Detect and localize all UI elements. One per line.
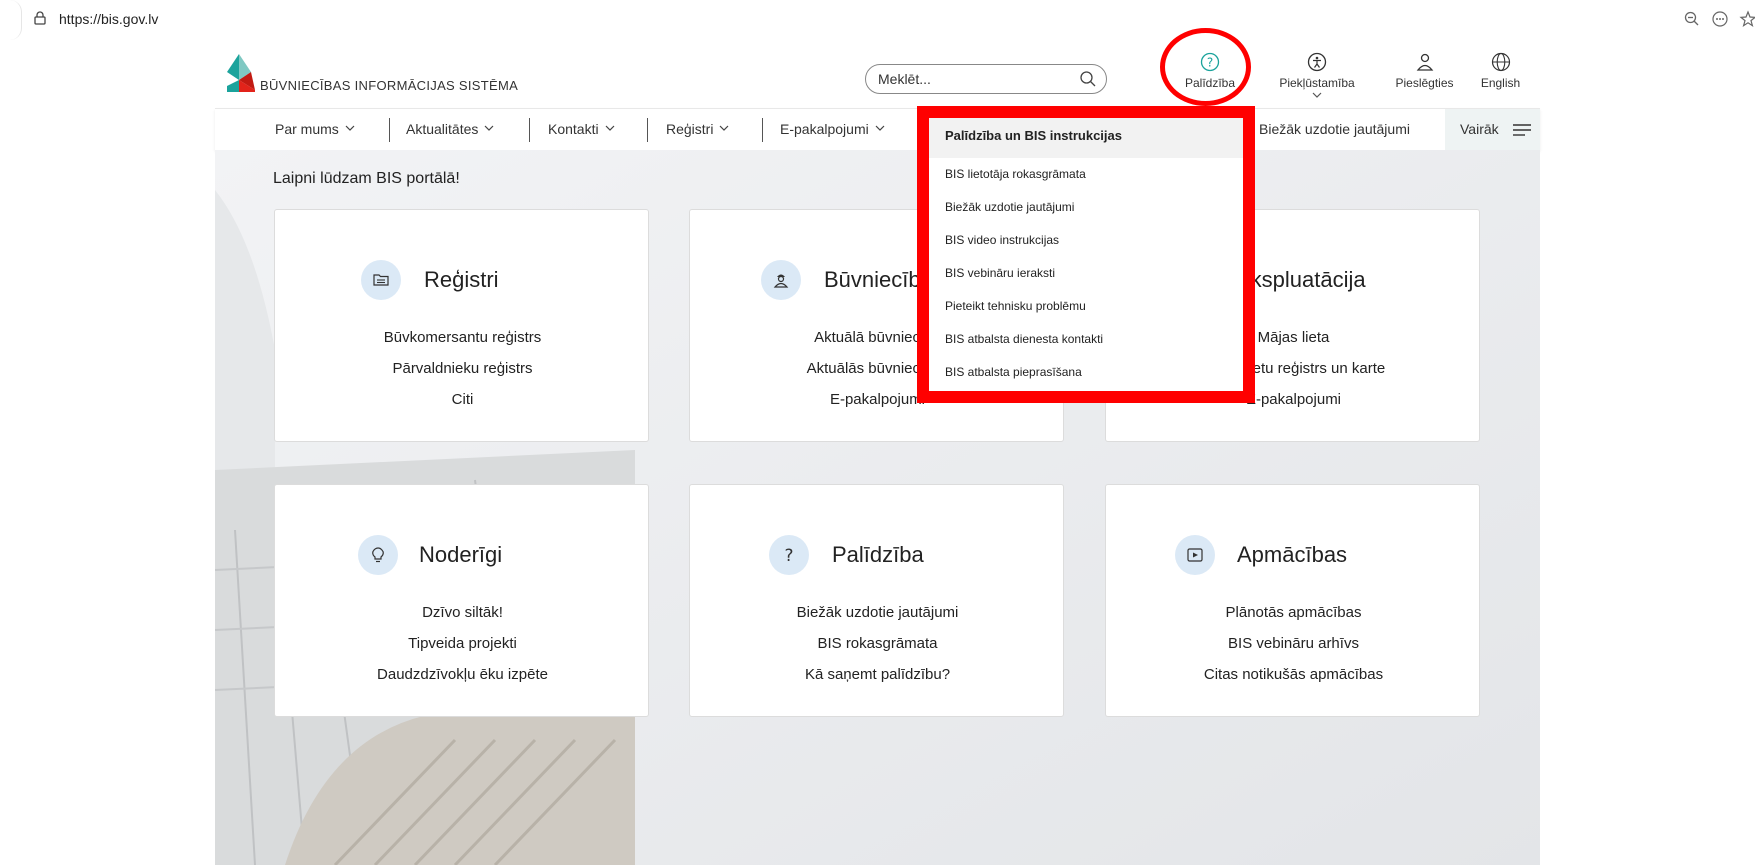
accessibility-icon — [1307, 52, 1327, 72]
question-icon: ? — [784, 546, 793, 564]
play-icon — [1187, 548, 1203, 562]
main-navigation: Par mums Aktualitātes Kontakti Reģistri … — [215, 108, 1540, 151]
more-menu-button[interactable]: Vairāk — [1445, 109, 1540, 151]
nav-divider — [389, 118, 390, 142]
card-link[interactable]: Biežāk uzdotie jautājumi — [690, 604, 1065, 621]
welcome-heading: Laipni lūdzam BIS portālā! — [273, 170, 460, 187]
nav-item-e-pakalpojumi[interactable]: E-pakalpojumi — [780, 121, 885, 137]
nav-item-label: Reģistri — [666, 121, 714, 137]
nav-item-label: Par mums — [275, 121, 339, 137]
more-options-icon[interactable] — [1711, 10, 1729, 28]
nav-item-registri[interactable]: Reģistri — [666, 121, 729, 137]
nav-item-label: Kontakti — [548, 121, 599, 137]
search-placeholder: Meklēt... — [878, 71, 931, 87]
card-registri: Reģistri Būvkomersantu reģistrs Pārvaldn… — [274, 209, 649, 442]
card-icon-circle — [1175, 535, 1215, 575]
card-link[interactable]: Citas notikušās apmācības — [1106, 666, 1481, 683]
nav-divider — [762, 118, 763, 142]
card-link[interactable]: Daudzdzīvokļu ēku izpēte — [275, 666, 650, 683]
nav-link-faq[interactable]: Biežāk uzdotie jautājumi — [1259, 121, 1410, 137]
nav-item-par-mums[interactable]: Par mums — [275, 121, 355, 137]
site-header: BŪVNIECĪBAS INFORMĀCIJAS SISTĒMA Meklēt.… — [215, 40, 1540, 108]
login-label: Pieslēgties — [1395, 76, 1454, 90]
card-link[interactable]: Tipveida projekti — [275, 635, 650, 652]
card-link[interactable]: Citi — [275, 391, 650, 408]
card-link[interactable]: Būvkomersantu reģistrs — [275, 329, 650, 346]
card-title[interactable]: Reģistri — [424, 267, 499, 293]
chevron-down-icon — [484, 125, 494, 131]
lock-icon — [34, 11, 46, 25]
globe-icon — [1491, 52, 1510, 72]
card-title[interactable]: Noderīgi — [419, 542, 502, 568]
card-icon-circle — [761, 260, 801, 300]
card-link[interactable]: Dzīvo siltāk! — [275, 604, 650, 621]
nav-item-label: Aktualitātes — [406, 121, 479, 137]
chevron-down-icon — [1312, 92, 1322, 98]
nav-item-kontakti[interactable]: Kontakti — [548, 121, 615, 137]
language-button[interactable]: English — [1473, 52, 1528, 102]
card-apmacibas: Apmācības Plānotās apmācības BIS vebinār… — [1105, 484, 1480, 717]
address-bar-edge — [0, 0, 22, 40]
card-link[interactable]: BIS rokasgrāmata — [690, 635, 1065, 652]
url-text[interactable]: https://bis.gov.lv — [59, 11, 158, 27]
hamburger-menu-icon — [1513, 124, 1531, 136]
card-title[interactable]: Palīdzība — [832, 542, 924, 568]
card-icon-circle — [361, 260, 401, 300]
bis-logo-icon[interactable] — [225, 50, 257, 92]
card-title[interactable]: Ekspluatācija — [1236, 267, 1366, 293]
chevron-down-icon — [720, 125, 729, 131]
nav-divider — [647, 118, 648, 142]
card-icon-circle — [358, 535, 398, 575]
chevron-down-icon — [875, 125, 885, 131]
card-link[interactable]: Pārvaldnieku reģistrs — [275, 360, 650, 377]
favorite-star-icon[interactable] — [1739, 10, 1755, 28]
user-icon — [1416, 53, 1433, 71]
card-title[interactable]: Apmācības — [1237, 542, 1347, 568]
nav-divider — [529, 118, 530, 142]
search-input[interactable]: Meklēt... — [865, 64, 1107, 94]
card-link[interactable]: BIS vebināru arhīvs — [1106, 635, 1481, 652]
chevron-down-icon — [345, 125, 355, 131]
browser-address-bar: https://bis.gov.lv — [0, 0, 1755, 40]
nav-item-aktualitates[interactable]: Aktualitātes — [406, 121, 494, 137]
folder-icon — [373, 274, 389, 286]
nav-item-label: E-pakalpojumi — [780, 121, 869, 137]
card-palidziba: ? Palīdzība Biežāk uzdotie jautājumi BIS… — [689, 484, 1064, 717]
annotation-highlight-circle — [1160, 28, 1251, 106]
accessibility-button[interactable]: Piekļūstamība — [1267, 52, 1367, 102]
lightbulb-icon — [372, 547, 384, 563]
card-icon-circle: ? — [769, 535, 809, 575]
chevron-down-icon — [605, 125, 615, 131]
annotation-highlight-box — [917, 106, 1255, 403]
more-label: Vairāk — [1460, 121, 1499, 137]
card-link[interactable]: Plānotās apmācības — [1106, 604, 1481, 621]
login-button[interactable]: Pieslēgties — [1387, 52, 1462, 102]
search-icon[interactable] — [1079, 70, 1097, 88]
site-logo-text[interactable]: BŪVNIECĪBAS INFORMĀCIJAS SISTĒMA — [260, 78, 518, 93]
card-noderigi: Noderīgi Dzīvo siltāk! Tipveida projekti… — [274, 484, 649, 717]
accessibility-label: Piekļūstamība — [1279, 76, 1355, 90]
worker-icon — [773, 274, 789, 288]
language-label: English — [1480, 76, 1521, 90]
svg-text:?: ? — [784, 546, 793, 564]
zoom-out-icon[interactable] — [1683, 10, 1701, 28]
card-link[interactable]: Kā saņemt palīdzību? — [690, 666, 1065, 683]
